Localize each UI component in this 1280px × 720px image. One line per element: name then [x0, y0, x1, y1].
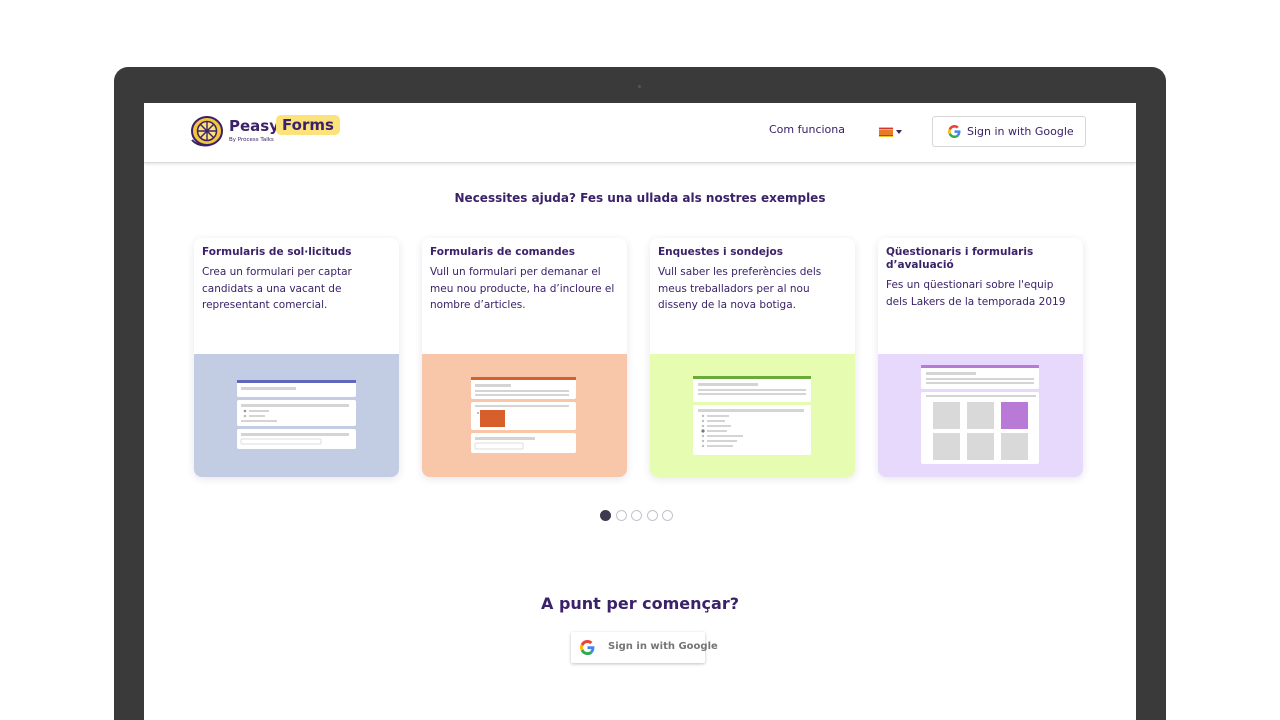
example-card-quizzes[interactable]: Qüestionaris i formularis d’avaluació Fe… [878, 238, 1083, 477]
card-description: Vull saber les preferències dels meus tr… [658, 266, 822, 311]
card-description: Fes un qüestionari sobre l'equip dels La… [886, 279, 1066, 308]
carousel-dot-5[interactable] [662, 510, 673, 521]
example-card-surveys[interactable]: Enquestes i sondejos Vull saber les pref… [650, 238, 855, 477]
language-selector[interactable] [879, 127, 903, 139]
brand-name-part2: Forms [276, 115, 340, 135]
form-mockup-icon [921, 365, 1039, 464]
carousel-dot-1[interactable] [600, 510, 611, 521]
carousel-dot-4[interactable] [646, 510, 658, 521]
card-title: Qüestionaris i formularis d’avaluació [886, 246, 1034, 271]
google-icon [580, 640, 595, 655]
card-description: Crea un formulari per captar candidats a… [202, 266, 352, 311]
caret-down-icon [896, 130, 902, 134]
google-icon [948, 125, 961, 138]
card-preview-image [194, 354, 399, 477]
card-preview-image [422, 354, 627, 477]
form-mockup-icon [693, 376, 811, 455]
example-card-orders[interactable]: Formularis de comandes Vull un formulari… [422, 238, 627, 477]
card-preview-image [878, 354, 1083, 477]
laptop-camera [638, 85, 641, 88]
card-title: Formularis de comandes [430, 246, 576, 258]
form-mockup-icon [237, 380, 356, 449]
card-title: Enquestes i sondejos [658, 246, 783, 258]
brand-tagline: By Process Talks [229, 137, 274, 143]
laptop-frame: Peasy Forms By Process Talks Com funcion… [114, 67, 1166, 720]
cta-sign-in-button[interactable]: Sign in with Google [571, 632, 718, 663]
brand-name-part1: Peasy [229, 117, 279, 135]
form-mockup-icon [471, 377, 576, 453]
carousel-dot-2[interactable] [615, 510, 627, 521]
navbar: Peasy Forms By Process Talks Com funcion… [144, 103, 1136, 163]
header-sign-in-label: Sign in with Google [967, 125, 1074, 138]
header-sign-in-button[interactable]: Sign in with Google [932, 116, 1086, 147]
app-screen: Peasy Forms By Process Talks Com funcion… [144, 103, 1136, 720]
card-description: Vull un formulari per demanar el meu nou… [430, 266, 615, 311]
cta-title: A punt per començar? [540, 594, 739, 613]
carousel-dot-3[interactable] [631, 510, 642, 521]
card-preview-image [650, 354, 855, 477]
cta-sign-in-label: Sign in with Google [608, 641, 718, 652]
nav-link-how-it-works[interactable]: Com funciona [769, 123, 845, 136]
example-card-applications[interactable]: Formularis de sol·licituds Crea un formu… [194, 238, 399, 477]
card-title: Formularis de sol·licituds [202, 246, 352, 258]
catalan-flag-icon [879, 127, 893, 137]
brand-logo[interactable]: Peasy Forms By Process Talks [190, 114, 340, 150]
examples-title: Necessites ajuda? Fes una ullada als nos… [454, 191, 826, 205]
lemon-logo-icon [191, 116, 223, 147]
carousel-pagination [600, 510, 673, 522]
